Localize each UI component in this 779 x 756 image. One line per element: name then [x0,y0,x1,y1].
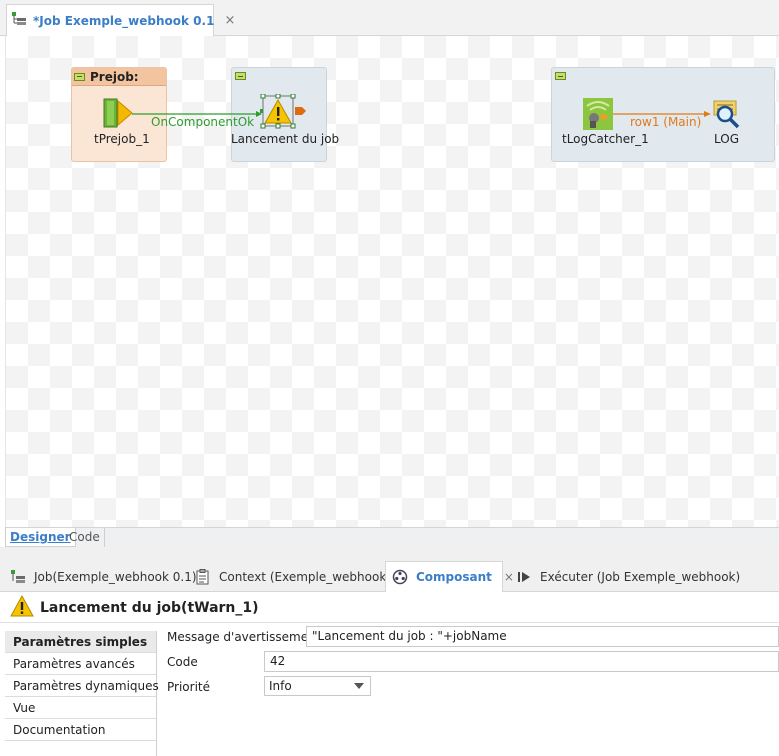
close-icon[interactable]: × [504,570,514,584]
component-label: Lancement du job [231,132,340,146]
priority-select[interactable]: Info [264,676,371,696]
component-log[interactable] [711,100,741,133]
message-label: Message d'avertissement [167,630,321,644]
job-icon [11,11,27,30]
editor-tab-job[interactable]: *Job Exemple_webhook 0.1 × [6,4,235,36]
tab-label: Exécuter (Job Exemple_webhook) [540,569,741,584]
component-icon [392,569,408,585]
talend-studio-window: *Job Exemple_webhook 0.1 × Prejob: tPrej… [0,0,779,756]
link-label-row-main[interactable]: row1 (Main) [630,115,701,129]
nav-item-parametres-simples[interactable]: Paramètres simples [5,631,156,653]
component-tprejob[interactable] [103,98,133,131]
editor-tab-strip: *Job Exemple_webhook 0.1 × [0,0,779,36]
tab-label: Context (Exemple_webhook) [219,569,391,584]
designer-canvas[interactable]: Prejob: tPrejob_1 Lancement du job tLogC… [5,36,779,527]
code-field[interactable]: 42 [264,651,779,672]
tab-label: Job(Exemple_webhook 0.1) [34,569,197,584]
priority-label: Priorité [167,680,210,694]
nav-item-parametres-avances[interactable]: Paramètres avancés [5,653,156,675]
warning-icon [260,94,306,129]
message-field[interactable]: "Lancement du job : "+jobName [306,626,779,647]
tab-composant[interactable]: Composant × [385,561,514,592]
component-label: tLogCatcher_1 [562,132,649,146]
arrow-icon [704,111,711,117]
component-label: LOG [714,132,740,146]
component-label: tPrejob_1 [94,132,150,146]
tab-context[interactable]: Context (Exemple_webhook) [195,561,391,592]
views-tab-bar: Job(Exemple_webhook 0.1) Context (Exempl… [0,561,779,592]
designer-code-tabs: Designer Code [5,527,779,547]
close-icon[interactable]: × [224,13,235,28]
context-icon [195,568,211,585]
code-label: Code [167,655,198,669]
priority-value: Info [269,679,292,693]
component-title: Lancement du job(tWarn_1) [40,599,259,616]
tab-job[interactable]: Job(Exemple_webhook 0.1) [10,561,197,592]
tab-label: Composant [416,570,492,584]
component-tlogcatcher[interactable] [583,98,613,133]
prejob-icon [103,98,133,128]
component-title-bar: Lancement du job(tWarn_1) [0,593,779,623]
divider [0,547,779,561]
run-icon [516,569,532,585]
editor-tab-title: *Job Exemple_webhook 0.1 [33,13,215,28]
nav-item-parametres-dynamiques[interactable]: Paramètres dynamiques [5,675,159,697]
tab-code[interactable]: Code [65,528,105,547]
warning-icon [10,594,34,620]
chevron-down-icon[interactable] [354,683,364,689]
logcatcher-icon [583,98,613,130]
settings-nav: Paramètres simples Paramètres avancés Pa… [5,631,159,756]
nav-item-documentation[interactable]: Documentation [5,719,156,741]
link-label-oncomponentok[interactable]: OnComponentOk [151,115,254,129]
tab-executer[interactable]: Exécuter (Job Exemple_webhook) [516,561,740,592]
log-magnifier-icon [713,100,740,129]
component-twarn[interactable] [260,94,306,129]
nav-item-vue[interactable]: Vue [5,697,156,719]
job-icon [10,569,26,585]
